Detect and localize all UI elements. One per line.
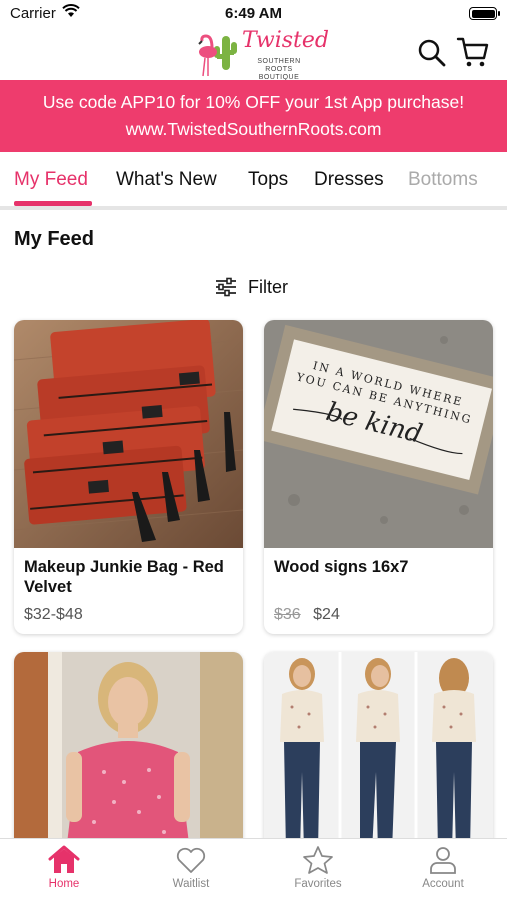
tab-whats-new[interactable]: What's New <box>116 169 217 191</box>
filter-label: Filter <box>248 276 288 297</box>
category-tabs: My Feed What's New Tops Dresses Bottoms <box>0 152 507 208</box>
nav-waitlist-label: Waitlist <box>172 878 210 890</box>
search-icon <box>418 39 446 67</box>
flamingo-cactus-icon <box>198 34 237 77</box>
tab-tops[interactable]: Tops <box>248 169 288 191</box>
product-image[interactable] <box>264 652 493 852</box>
sliders-icon <box>216 277 236 297</box>
star-icon <box>303 846 333 874</box>
product-image[interactable]: IN A WORLD WHERE YOU CAN BE ANYTHING be … <box>264 320 493 548</box>
bottom-tab-bar: Home Waitlist Favorites Account <box>0 838 507 900</box>
model-pink-top-photo <box>14 652 243 852</box>
tab-dresses[interactable]: Dresses <box>314 169 384 191</box>
cart-button[interactable] <box>456 36 490 68</box>
promo-line-1: Use code APP10 for 10% OFF your 1st App … <box>42 92 465 112</box>
product-image[interactable] <box>14 320 243 548</box>
product-card[interactable]: Makeup Junkie Bag - Red Velvet $32-$48 <box>14 320 243 634</box>
product-image[interactable] <box>14 652 243 852</box>
nav-waitlist[interactable]: Waitlist <box>141 845 241 890</box>
heart-icon <box>176 847 206 873</box>
product-title[interactable]: Makeup Junkie Bag - Red Velvet <box>24 557 236 597</box>
tab-bottoms[interactable]: Bottoms <box>408 169 478 191</box>
nav-favorites[interactable]: Favorites <box>268 845 368 890</box>
product-current-price: $24 <box>313 606 340 623</box>
product-current-price: $32-$48 <box>24 606 83 623</box>
logo-wordmark: Twisted <box>242 28 329 53</box>
search-button[interactable] <box>417 38 447 68</box>
section-title: My Feed <box>14 228 95 250</box>
nav-favorites-label: Favorites <box>294 878 342 890</box>
filter-button[interactable]: Filter <box>214 274 288 300</box>
home-icon <box>48 845 80 873</box>
battery-icon <box>469 7 500 20</box>
tab-my-feed[interactable]: My Feed <box>14 169 88 191</box>
product-price: $32-$48 <box>24 606 83 624</box>
person-icon <box>430 847 456 874</box>
nav-home-label: Home <box>48 878 80 890</box>
product-old-price: $36 <box>274 606 301 623</box>
product-card[interactable]: IN A WORLD WHERE YOU CAN BE ANYTHING be … <box>264 320 493 634</box>
makeup-bags-photo <box>14 320 243 548</box>
nav-account-label: Account <box>422 878 464 890</box>
product-card[interactable] <box>264 652 493 852</box>
tabs-divider <box>0 206 507 210</box>
clock: 6:49 AM <box>225 5 282 22</box>
product-price: $36 $24 <box>274 606 340 624</box>
logo-tagline: SOUTHERN ROOTS BOUTIQUE <box>244 58 314 82</box>
nav-home[interactable]: Home <box>14 845 114 890</box>
brand-logo[interactable]: Twisted SOUTHERN ROOTS BOUTIQUE <box>194 28 329 81</box>
promo-banner[interactable]: Use code APP10 for 10% OFF your 1st App … <box>0 80 507 152</box>
cart-icon <box>456 37 489 67</box>
app-header: Twisted SOUTHERN ROOTS BOUTIQUE <box>0 28 507 81</box>
nav-account[interactable]: Account <box>393 845 493 890</box>
product-title[interactable]: Wood signs 16x7 <box>274 557 486 577</box>
logo-tagline-line1: SOUTHERN ROOTS <box>257 58 301 73</box>
model-blouse-jeans-photo <box>264 652 493 852</box>
status-bar: Carrier 6:49 AM <box>0 0 507 28</box>
promo-line-2: www.TwistedSouthernRoots.com <box>125 119 382 139</box>
wood-sign-photo: IN A WORLD WHERE YOU CAN BE ANYTHING be … <box>264 320 493 548</box>
product-card[interactable] <box>14 652 243 852</box>
